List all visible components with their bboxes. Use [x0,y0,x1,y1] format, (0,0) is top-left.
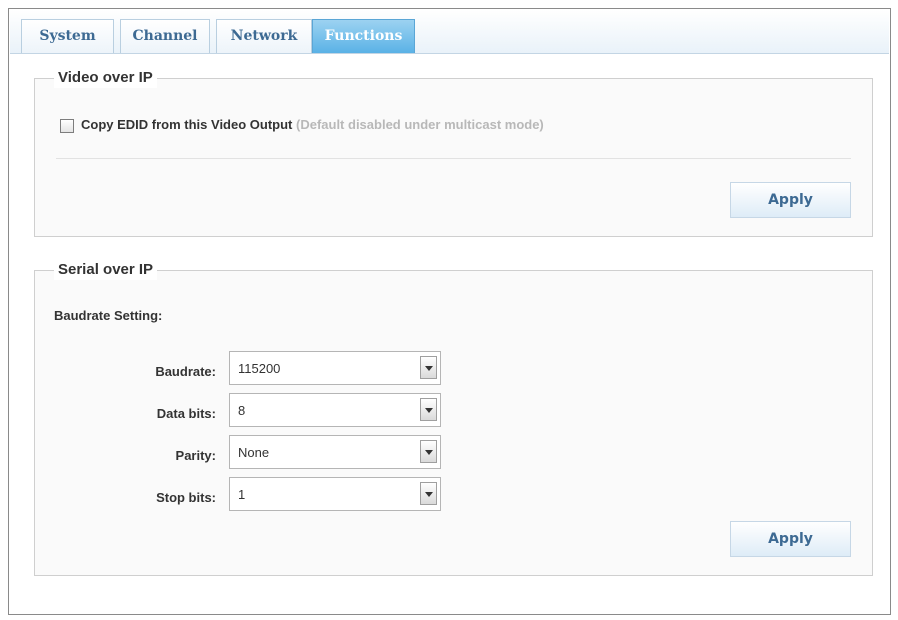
parity-label: Parity: [175,448,216,463]
parity-select[interactable]: None [229,435,441,469]
video-over-ip-legend: Video over IP [54,68,157,88]
data-bits-label: Data bits: [156,406,216,421]
copy-edid-checkbox[interactable] [60,119,74,133]
serial-over-ip-legend: Serial over IP [54,260,158,280]
parity-value: None [238,445,270,460]
stop-bits-label: Stop bits: [156,490,216,505]
serial-over-ip-section: Serial over IP Baudrate Setting: Baudrat… [34,260,873,576]
chevron-down-icon[interactable] [420,440,437,463]
video-apply-button[interactable]: Apply [730,182,851,218]
video-over-ip-section: Video over IP Copy EDID from this Video … [34,68,873,237]
chevron-down-icon[interactable] [420,482,437,505]
baudrate-setting-label: Baudrate Setting: [54,308,163,323]
stop-bits-select[interactable]: 1 [229,477,441,511]
copy-edid-hint: (Default disabled under multicast mode) [296,117,544,132]
tab-system[interactable]: System [21,19,114,53]
baudrate-value: 115200 [238,361,281,376]
data-bits-select[interactable]: 8 [229,393,441,427]
tab-network[interactable]: Network [216,19,312,53]
stop-bits-value: 1 [238,487,246,502]
section-divider [56,158,851,159]
baudrate-select[interactable]: 115200 [229,351,441,385]
chevron-down-icon[interactable] [420,398,437,421]
chevron-down-icon[interactable] [420,356,437,379]
baudrate-label: Baudrate: [155,364,216,379]
tab-bar: System Channel Network Functions [10,10,889,54]
data-bits-value: 8 [238,403,246,418]
tab-functions[interactable]: Functions [312,19,415,53]
tab-channel[interactable]: Channel [120,19,210,53]
copy-edid-label: Copy EDID from this Video Output (Defaul… [81,117,544,132]
serial-apply-button[interactable]: Apply [730,521,851,557]
copy-edid-label-text: Copy EDID from this Video Output [81,117,293,132]
settings-window: System Channel Network Functions Video o… [8,8,891,615]
